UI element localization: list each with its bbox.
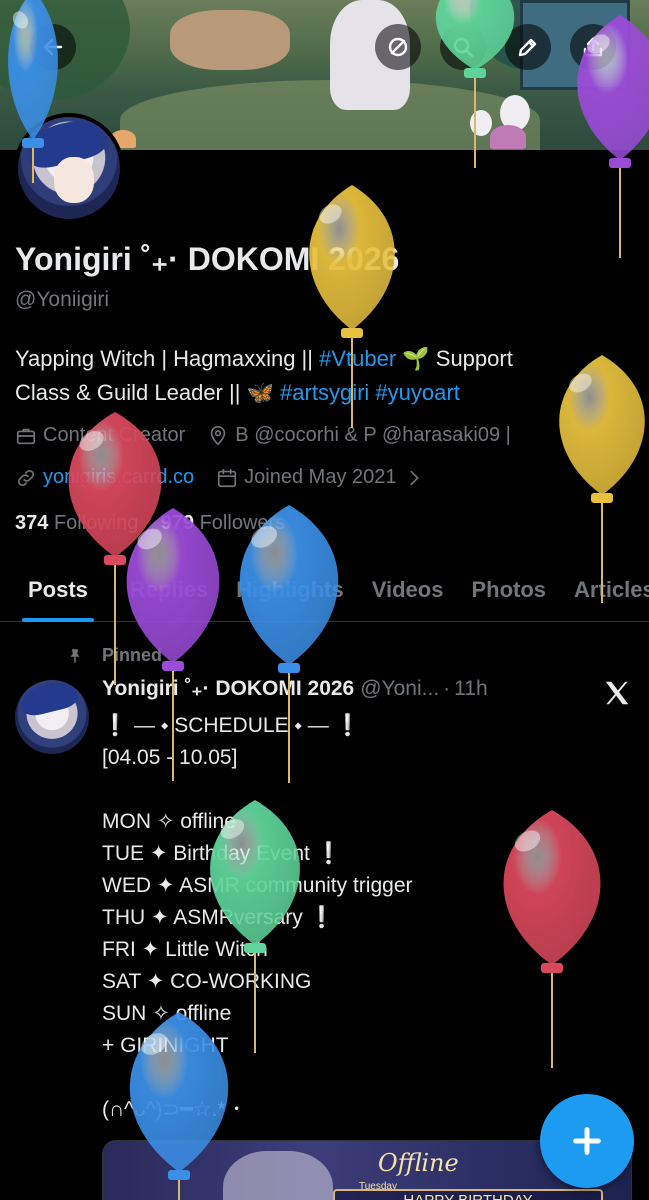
share-button[interactable] xyxy=(570,24,616,70)
location-label: B @cocorhi & P @harasaki09 | xyxy=(235,424,511,446)
x-logo-icon xyxy=(605,681,629,705)
bio-text: 🌱 Support xyxy=(396,346,513,371)
hashtag-link[interactable]: #yuyoart xyxy=(375,380,459,405)
joined-date[interactable]: Joined May 2021 xyxy=(216,466,424,489)
bio-text: Yapping Witch | Hagmaxxing || xyxy=(15,346,320,371)
joined-label: Joined May 2021 xyxy=(244,466,397,488)
tab-replies[interactable]: Replies xyxy=(116,558,222,622)
following-count-link[interactable]: 374 Following xyxy=(15,512,138,534)
location-pin-icon xyxy=(211,425,226,445)
pin-icon xyxy=(70,648,80,663)
profile-meta-row-2: yonigiris.carrd.co Joined May 2021 xyxy=(15,466,447,489)
pinned-indicator: Pinned xyxy=(66,645,162,666)
profile-bio: Yapping Witch | Hagmaxxing || #Vtuber 🌱 … xyxy=(15,342,615,410)
category: Content Creator xyxy=(15,424,185,447)
tab-articles[interactable]: Articles xyxy=(560,558,649,622)
post-author-avatar[interactable] xyxy=(15,680,89,754)
back-arrow-icon xyxy=(43,38,63,56)
bio-text: Class & Guild Leader || 🦋 xyxy=(15,380,281,405)
profile-meta-row-1: Content Creator B @cocorhi & P @harasaki… xyxy=(15,424,533,447)
back-button[interactable] xyxy=(30,24,76,70)
display-name: Yonigiri ˚₊· DOKOMI 2026 xyxy=(15,241,400,277)
post-text: ❕ — ⬩ SCHEDULE ⬩ — ❕ [04.05 - 10.05] MON… xyxy=(102,714,413,1121)
profile-handle: @Yoniigiri xyxy=(15,288,110,311)
tab-posts[interactable]: Posts xyxy=(0,558,116,622)
post-header: Yonigiri ˚₊· DOKOMI 2026 @Yoni... · 11h xyxy=(102,676,488,701)
tab-videos[interactable]: Videos xyxy=(358,558,458,622)
hashtag-link[interactable]: #Vtuber xyxy=(319,346,396,371)
post-author-name[interactable]: Yonigiri ˚₊· DOKOMI 2026 xyxy=(102,676,354,701)
website-link[interactable]: yonigiris.carrd.co xyxy=(43,466,194,489)
edit-icon xyxy=(518,38,537,57)
hashtag-link[interactable]: #artsygiri xyxy=(280,380,369,405)
search-icon xyxy=(453,37,474,58)
website[interactable]: yonigiris.carrd.co xyxy=(15,466,194,489)
post-time[interactable]: 11h xyxy=(454,677,487,701)
tab-photos[interactable]: Photos xyxy=(457,558,560,622)
profile-tabs: Posts Replies Highlights Videos Photos A… xyxy=(0,558,649,622)
tab-highlights[interactable]: Highlights xyxy=(222,558,358,622)
following-label: Following xyxy=(53,512,139,534)
chevron-right-icon xyxy=(409,470,418,485)
calendar-icon xyxy=(218,468,237,487)
category-label: Content Creator xyxy=(43,424,186,446)
post-separator: · xyxy=(443,676,451,700)
follow-counts: 374 Following 979 Followers xyxy=(15,512,285,535)
following-count: 374 xyxy=(15,512,49,534)
link-icon xyxy=(17,469,35,486)
compose-button[interactable] xyxy=(540,1094,634,1188)
followers-label: Followers xyxy=(199,512,286,534)
post-author-handle[interactable]: @Yoni... xyxy=(360,677,439,701)
location: B @cocorhi & P @harasaki09 | xyxy=(207,424,511,447)
media-title: Offline xyxy=(378,1149,459,1177)
followers-count-link[interactable]: 979 Followers xyxy=(161,512,286,534)
search-button[interactable] xyxy=(440,24,486,70)
briefcase-icon xyxy=(16,428,36,444)
media-banner: HAPPY BIRTHDAY xyxy=(333,1189,603,1200)
plus-icon xyxy=(573,1127,601,1155)
no-grok-button[interactable] xyxy=(375,24,421,70)
no-grok-icon xyxy=(388,37,408,57)
pinned-label: Pinned xyxy=(102,645,163,665)
edit-button[interactable] xyxy=(505,24,551,70)
share-icon xyxy=(583,37,603,57)
profile-avatar[interactable] xyxy=(14,113,124,223)
followers-count: 979 xyxy=(160,512,195,534)
